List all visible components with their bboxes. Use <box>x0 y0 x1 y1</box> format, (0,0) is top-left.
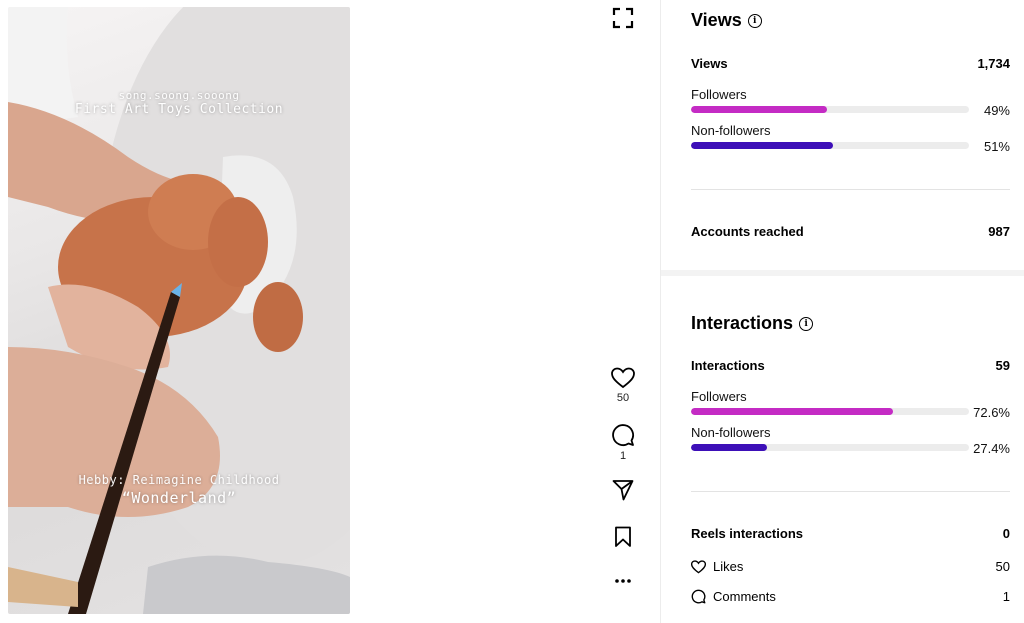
interactions-title: Interactions <box>691 313 794 333</box>
views-title: Views <box>691 10 742 30</box>
views-followers-label: Followers <box>691 87 747 102</box>
accounts-reached-value: 987 <box>988 224 1010 239</box>
interactions-followers-bar-fill <box>691 408 893 415</box>
comments-metric-label: Comments <box>713 589 776 604</box>
more-button[interactable] <box>603 574 643 588</box>
video-collection-text: First Art Toys Collection <box>74 102 284 117</box>
views-nonfollowers-bar <box>691 142 969 149</box>
fullscreen-button[interactable] <box>612 7 634 29</box>
comment-button[interactable]: 1 <box>603 423 643 462</box>
insights-panel: Views i Views 1,734 Followers 49% Non-fo… <box>660 0 1024 623</box>
comments-metric-row: Comments 1 <box>691 589 1010 604</box>
interactions-nonfollowers-bar-fill <box>691 444 768 451</box>
views-total-label: Views <box>691 56 728 71</box>
section-separator <box>661 270 1024 276</box>
fullscreen-icon <box>612 7 634 29</box>
interactions-heading: Interactions i <box>691 313 814 334</box>
accounts-reached-label: Accounts reached <box>691 224 804 239</box>
reel-video[interactable]: song.soong.sooong First Art Toys Collect… <box>8 7 350 614</box>
bookmark-icon <box>615 526 631 547</box>
accounts-reached-row: Accounts reached 987 <box>691 224 1010 239</box>
views-heading: Views i <box>691 10 762 31</box>
interactions-nonfollowers-label: Non-followers <box>691 425 771 440</box>
views-nonfollowers-pct: 51% <box>983 139 1010 154</box>
divider <box>691 189 1010 190</box>
interactions-nonfollowers-pct: 27.4% <box>973 441 1010 456</box>
interactions-followers-label: Followers <box>691 389 747 404</box>
divider <box>691 491 1010 492</box>
interactions-total-row: Interactions 59 <box>691 358 1010 373</box>
info-icon[interactable]: i <box>747 13 762 28</box>
reels-interactions-value: 0 <box>1002 526 1010 541</box>
heart-icon <box>691 559 706 573</box>
video-account-text: song.soong.sooong <box>118 89 240 102</box>
interactions-followers-pct: 72.6% <box>973 405 1010 420</box>
views-followers-bar-fill <box>691 106 828 113</box>
comments-count: 1 <box>619 450 627 462</box>
views-followers-pct: 49% <box>983 103 1010 118</box>
views-followers-bar <box>691 106 969 113</box>
video-caption-line1: Hebby: Reimagine Childhood <box>78 473 280 487</box>
heart-icon <box>611 367 635 389</box>
info-icon[interactable]: i <box>799 316 814 331</box>
comments-metric-value: 1 <box>1002 589 1010 604</box>
interactions-nonfollowers-bar <box>691 444 969 451</box>
views-nonfollowers-bar-fill <box>691 142 833 149</box>
views-nonfollowers-label: Non-followers <box>691 123 771 138</box>
comment-icon <box>691 589 706 604</box>
likes-metric-row: Likes 50 <box>691 559 1010 574</box>
save-button[interactable] <box>603 526 643 548</box>
likes-metric-value: 50 <box>995 559 1010 574</box>
interactions-total-label: Interactions <box>691 358 765 373</box>
interactions-total-value: 59 <box>995 358 1010 373</box>
likes-metric-label: Likes <box>713 559 744 574</box>
more-icon <box>615 579 631 583</box>
comment-icon <box>612 424 634 446</box>
reels-interactions-label: Reels interactions <box>691 526 803 541</box>
share-button[interactable] <box>603 479 643 501</box>
video-caption-line2: “Wonderland” <box>121 489 237 507</box>
interactions-followers-bar <box>691 408 969 415</box>
share-icon <box>612 480 634 501</box>
likes-count: 50 <box>616 392 630 404</box>
views-total-value: 1,734 <box>977 56 1010 71</box>
reels-interactions-row: Reels interactions 0 <box>691 526 1010 541</box>
views-total-row: Views 1,734 <box>691 56 1010 71</box>
like-button[interactable]: 50 <box>603 367 643 404</box>
